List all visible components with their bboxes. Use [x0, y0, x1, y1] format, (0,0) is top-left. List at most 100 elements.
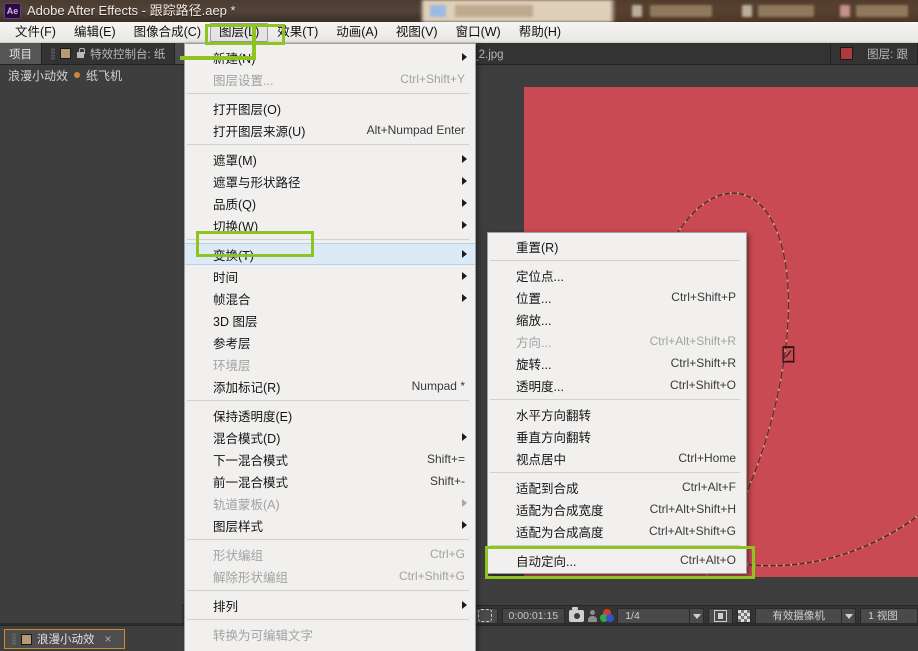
menu-item-1: 图层设置...Ctrl+Shift+Y	[185, 68, 475, 90]
menu-item-3[interactable]: 打开图层(O)	[185, 97, 475, 119]
submenu-arrow-icon	[462, 601, 467, 609]
menu-item-7[interactable]: 遮罩与形状路径	[185, 170, 475, 192]
person-icon[interactable]	[588, 610, 596, 622]
menu-item-11[interactable]: 视点居中Ctrl+Home	[488, 447, 746, 469]
menu-item-shortcut: Alt+Numpad Enter	[349, 123, 465, 137]
menu-item-17[interactable]: 添加标记(R)Numpad *	[185, 375, 475, 397]
menu-item-17[interactable]: 自动定向...Ctrl+Alt+O	[488, 549, 746, 571]
menu-separator	[187, 400, 469, 401]
menu-separator	[187, 619, 469, 620]
menubar-item-3[interactable]: 图层(L)	[210, 23, 268, 42]
menu-item-label: 遮罩与形状路径	[213, 172, 465, 191]
views-value: 1 视图	[861, 608, 917, 623]
menu-item-19[interactable]: 保持透明度(E)	[185, 404, 475, 426]
menubar-item-label: 窗口(W)	[456, 25, 501, 39]
tab-timeline-comp[interactable]: 浪漫小动效 ×	[4, 629, 125, 649]
menu-item-label: 图层样式	[213, 516, 465, 535]
menu-item-label: 时间	[213, 267, 465, 286]
menu-item-3[interactable]: 位置...Ctrl+Shift+P	[488, 286, 746, 308]
menu-separator	[187, 93, 469, 94]
menu-item-4[interactable]: 缩放...	[488, 308, 746, 330]
menubar-item-label: 编辑(E)	[74, 25, 116, 39]
menu-item-shortcut: Ctrl+Alt+O	[662, 553, 736, 567]
menu-separator	[490, 260, 740, 261]
menu-item-6[interactable]: 遮罩(M)	[185, 148, 475, 170]
menu-item-8[interactable]: 品质(Q)	[185, 192, 475, 214]
menubar-item-2[interactable]: 图像合成(C)	[125, 23, 210, 42]
active-camera-value: 有效摄像机	[756, 608, 841, 623]
menu-item-5: 方向...Ctrl+Alt+Shift+R	[488, 330, 746, 352]
menu-item-20[interactable]: 混合模式(D)	[185, 426, 475, 448]
submenu-arrow-icon	[462, 433, 467, 441]
menu-separator	[490, 399, 740, 400]
lock-icon[interactable]	[76, 48, 85, 59]
region-toggle-button[interactable]	[708, 608, 734, 624]
menu-item-14[interactable]: 适配为合成宽度Ctrl+Alt+Shift+H	[488, 498, 746, 520]
tab-effect-controls[interactable]: 特效控制台: 纸	[42, 43, 175, 64]
menubar-item-7[interactable]: 窗口(W)	[447, 23, 510, 42]
title-bar: Ae Adobe After Effects - 跟踪路径.aep *	[0, 0, 918, 22]
menu-item-shortcut: Ctrl+G	[412, 547, 465, 561]
resolution-select[interactable]: 1/4	[617, 608, 704, 624]
menubar-item-label: 动画(A)	[336, 25, 378, 39]
menu-item-13[interactable]: 帧混合	[185, 287, 475, 309]
project-panel: 浪漫小动效 纸飞机	[0, 65, 182, 620]
current-time-value: 0:00:01:15	[509, 610, 559, 622]
menu-item-shortcut: Numpad *	[394, 379, 465, 393]
menu-item-9[interactable]: 水平方向翻转	[488, 403, 746, 425]
menu-item-22[interactable]: 前一混合模式Shift+-	[185, 470, 475, 492]
active-camera-select[interactable]: 有效摄像机	[755, 608, 856, 624]
menu-item-label: 适配为合成高度	[516, 522, 631, 541]
menu-item-13[interactable]: 适配到合成Ctrl+Alt+F	[488, 476, 746, 498]
menu-item-10[interactable]: 垂直方向翻转	[488, 425, 746, 447]
menu-item-14[interactable]: 3D 图层	[185, 309, 475, 331]
menu-item-16: 环境层	[185, 353, 475, 375]
menubar-item-1[interactable]: 编辑(E)	[65, 23, 125, 42]
menu-item-label: 自动定向...	[516, 551, 662, 570]
menu-item-shortcut: Ctrl+Shift+G	[381, 569, 465, 583]
menu-item-0[interactable]: 新建(N)	[185, 46, 475, 68]
menubar-item-6[interactable]: 视图(V)	[387, 23, 447, 42]
layer-dropdown-menu: 新建(N)图层设置...Ctrl+Shift+Y 打开图层(O)打开图层来源(U)…	[184, 43, 476, 651]
menu-item-7[interactable]: 透明度...Ctrl+Shift+O	[488, 374, 746, 396]
menu-item-label: 环境层	[213, 355, 465, 374]
menubar-item-0[interactable]: 文件(F)	[6, 23, 65, 42]
menu-item-2[interactable]: 定位点...	[488, 264, 746, 286]
views-select[interactable]: 1 视图	[860, 608, 918, 624]
menu-item-shortcut: Shift+=	[409, 452, 465, 466]
rgb-channels-icon[interactable]	[600, 609, 614, 622]
menu-item-11[interactable]: 变换(T)	[185, 243, 475, 265]
menu-item-15[interactable]: 适配为合成高度Ctrl+Alt+Shift+G	[488, 520, 746, 542]
transparency-grid-icon[interactable]	[737, 609, 751, 623]
menu-item-shortcut: Ctrl+Shift+O	[652, 378, 736, 392]
menubar-item-4[interactable]: 效果(T)	[268, 23, 327, 42]
menu-item-15[interactable]: 参考层	[185, 331, 475, 353]
submenu-arrow-icon	[462, 53, 467, 61]
panel-grip-icon[interactable]	[51, 48, 55, 60]
menu-item-4[interactable]: 打开图层来源(U)Alt+Numpad Enter	[185, 119, 475, 141]
chevron-down-icon[interactable]	[689, 609, 703, 623]
menu-item-label: 缩放...	[516, 310, 736, 329]
chevron-down-icon[interactable]	[841, 609, 855, 623]
menu-item-29[interactable]: 排列	[185, 594, 475, 616]
menu-item-0[interactable]: 重置(R)	[488, 235, 746, 257]
tab-project[interactable]: 项目	[0, 43, 42, 64]
close-icon[interactable]: ×	[100, 632, 117, 646]
menu-item-24[interactable]: 图层样式	[185, 514, 475, 536]
panel-grip-icon[interactable]	[12, 633, 16, 645]
current-time-field[interactable]: 0:00:01:15	[502, 608, 566, 624]
breadcrumb-layer-name[interactable]: 纸飞机	[86, 67, 122, 84]
menu-item-21[interactable]: 下一混合模式Shift+=	[185, 448, 475, 470]
breadcrumb-comp-name[interactable]: 浪漫小动效	[8, 67, 68, 84]
menu-item-9[interactable]: 切换(W)	[185, 214, 475, 236]
menu-bar: 文件(F) 编辑(E) 图像合成(C)图层(L)效果(T) 动画(A) 视图(V) 窗口(…	[0, 22, 918, 43]
tab-layer[interactable]: 图层: 跟	[831, 43, 918, 64]
camera-icon[interactable]	[569, 610, 583, 622]
menu-item-12[interactable]: 时间	[185, 265, 475, 287]
menu-item-6[interactable]: 旋转...Ctrl+Shift+R	[488, 352, 746, 374]
breadcrumb-separator-icon	[74, 72, 80, 78]
menubar-item-label: 文件(F)	[15, 25, 56, 39]
menu-item-label: 排列	[213, 596, 465, 615]
menubar-item-8[interactable]: 帮助(H)	[510, 23, 570, 42]
menubar-item-5[interactable]: 动画(A)	[327, 23, 387, 42]
